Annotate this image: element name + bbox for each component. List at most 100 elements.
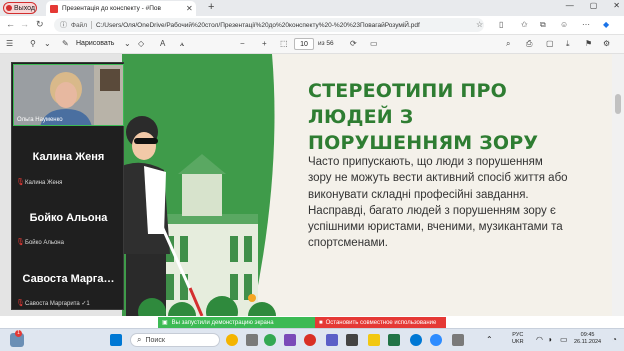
battery-icon[interactable]: ▭ [560, 336, 568, 344]
new-tab-button[interactable]: + [208, 1, 214, 13]
save-icon[interactable]: ▢ [546, 39, 554, 48]
participant-video-tile[interactable]: Ольга Науменко [13, 64, 124, 126]
clock-time: 09:45 [580, 332, 595, 338]
close-tab-icon[interactable]: ✕ [186, 4, 193, 13]
rotate-icon[interactable]: ⟳ [350, 39, 357, 48]
exit-label: Выход [14, 4, 35, 12]
participant-label: Калина Женя [25, 179, 63, 186]
filter-icon[interactable]: ⚲ [30, 39, 36, 48]
zoom-in-icon[interactable]: + [262, 39, 267, 48]
file-explorer-icon[interactable] [368, 334, 380, 346]
favorite-star-icon[interactable]: ☆ [476, 20, 483, 29]
pdf-page: СТЕРЕОТИПИ ПРО ЛЮДЕЙ З ПОРУШЕННЯМ ЗОРУ Ч… [122, 54, 612, 316]
url-text: C:/Users/Оля/OneDrive/Рабочий%20стол/Пре… [95, 21, 420, 29]
participant-name: Бойко Альона [29, 212, 108, 224]
maximize-button[interactable]: ▢ [590, 1, 598, 10]
participant-name: Калина Женя [32, 151, 105, 163]
participant-label-row: 🎙︎ Савоста Маргарита ✓1 [16, 300, 90, 307]
divider [90, 21, 92, 29]
input-language[interactable]: РУС UKR [512, 332, 524, 346]
search-icon: ⌕ [137, 335, 142, 344]
excel-icon[interactable] [388, 334, 400, 346]
wifi-icon[interactable]: ◠ [536, 336, 543, 344]
slide-body-text: Часто припускають, що люди з порушенням … [308, 156, 568, 250]
table-of-contents-icon[interactable]: ☰ [6, 39, 13, 48]
zoom-icon[interactable] [430, 334, 442, 346]
task-view-icon[interactable] [246, 334, 258, 346]
clock[interactable]: 09:45 26.11.2024 [574, 332, 601, 346]
record-dot-icon [6, 5, 12, 11]
settings-gear-icon[interactable]: ⚙ [603, 39, 610, 48]
teams-icon[interactable] [284, 334, 296, 346]
more-menu-icon[interactable]: ⋯ [582, 20, 590, 29]
page-number-input[interactable]: 10 [294, 38, 314, 50]
screen-share-icon: ▣ [162, 320, 168, 326]
mic-off-icon: 🎙︎ [16, 239, 25, 246]
chevron-down-icon[interactable]: ⌄ [44, 39, 51, 48]
app-icon[interactable] [326, 334, 338, 346]
url-field[interactable]: ⓘ Файл C:/Users/Оля/OneDrive/Рабочий%20с… [54, 18, 484, 32]
search-placeholder: Поиск [145, 336, 165, 344]
file-scheme-label: Файл [71, 21, 87, 29]
show-hidden-icons[interactable]: ⌃ [486, 336, 493, 344]
language-bottom: UKR [512, 339, 524, 345]
language-top: РУС [512, 332, 524, 338]
windows-start-icon[interactable] [110, 334, 122, 346]
reload-icon[interactable]: ↻ [36, 19, 44, 30]
fit-page-icon[interactable]: ⬚ [280, 39, 288, 48]
meeting-participants-panel: Ольга Науменко Калина Женя 🎙︎ Калина Жен… [11, 62, 124, 310]
info-icon[interactable]: ⓘ [60, 20, 67, 30]
chrome-icon[interactable] [264, 334, 276, 346]
sharing-status-text: Вы запустили демонстрацию экрана [171, 319, 274, 326]
sharing-status: ▣ Вы запустили демонстрацию экрана [158, 317, 315, 328]
save-as-icon[interactable]: ⤓ [566, 39, 570, 49]
tab-title: Презентація до конспекту - #Пов [62, 5, 161, 12]
opera-icon[interactable] [304, 334, 316, 346]
draw-label[interactable]: Нарисовать [76, 40, 114, 47]
notifications-bell-icon[interactable]: ◔ [612, 336, 617, 344]
slide-title: СТЕРЕОТИПИ ПРО ЛЮДЕЙ З ПОРУШЕННЯМ ЗОРУ [308, 80, 539, 154]
browser-tab-active[interactable]: Презентація до конспекту - #Пов ✕ [46, 1, 196, 16]
profile-icon[interactable]: ☺ [560, 20, 568, 29]
copilot-icon[interactable]: ◆ [603, 20, 609, 29]
participant-label: Савоста Маргарита ✓1 [25, 301, 90, 307]
scrollbar-thumb[interactable] [615, 94, 621, 114]
participant-label-row: 🎙︎ Бойко Альона [16, 239, 64, 246]
read-aloud-icon[interactable]: ꭺ [180, 39, 184, 49]
zoom-out-icon[interactable]: − [240, 39, 245, 48]
stop-icon: ■ [319, 319, 323, 326]
vertical-scrollbar[interactable] [612, 54, 624, 316]
screen-share-banner: ▣ Вы запустили демонстрацию экрана ■ Ост… [158, 317, 446, 328]
window-controls: — ▢ ✕ [566, 1, 620, 10]
forward-arrow-icon[interactable]: → [20, 19, 29, 29]
copilot-icon[interactable] [226, 334, 238, 346]
minimize-button[interactable]: — [566, 1, 574, 10]
volume-icon[interactable]: ◗ [548, 336, 553, 344]
page-total: из 56 [318, 40, 334, 47]
page-view-icon[interactable]: ▭ [370, 39, 378, 48]
exit-button[interactable]: Выход [3, 2, 37, 14]
participant-label-row: 🎙︎ Калина Женя [16, 179, 62, 186]
stop-sharing-button[interactable]: ■ Остановить совместное использование [315, 317, 446, 328]
app-icon[interactable] [346, 334, 358, 346]
search-icon[interactable]: ⌕ [506, 39, 510, 49]
chevron-down-icon[interactable]: ⌄ [124, 39, 131, 48]
close-window-button[interactable]: ✕ [613, 1, 620, 10]
taskbar-search[interactable]: ⌕ Поиск [130, 333, 220, 347]
print-icon[interactable]: ⎙ [526, 39, 532, 49]
stop-sharing-label: Остановить совместное использование [325, 319, 437, 326]
favorites-icon[interactable]: ✩ [521, 20, 528, 29]
pin-icon[interactable]: ⚑ [585, 39, 592, 48]
collections-icon[interactable]: ⧉ [540, 20, 546, 30]
video-participant-name: Ольга Науменко [17, 117, 63, 123]
back-arrow-icon[interactable]: ← [6, 19, 15, 29]
pdf-toolbar: ☰ ⚲ ⌄ ✎ Нарисовать ⌄ ◇ A ꭺ − + ⬚ 10 из 5… [0, 35, 624, 54]
participant-label: Бойко Альона [25, 239, 64, 246]
text-icon[interactable]: A [160, 39, 165, 48]
app-icon[interactable] [452, 334, 464, 346]
eraser-icon[interactable]: ◇ [138, 39, 144, 48]
edge-icon[interactable] [410, 334, 422, 346]
notification-badge: 1 [15, 330, 22, 337]
draw-pen-icon[interactable]: ✎ [62, 39, 69, 48]
split-screen-icon[interactable]: ▯ [499, 20, 503, 29]
